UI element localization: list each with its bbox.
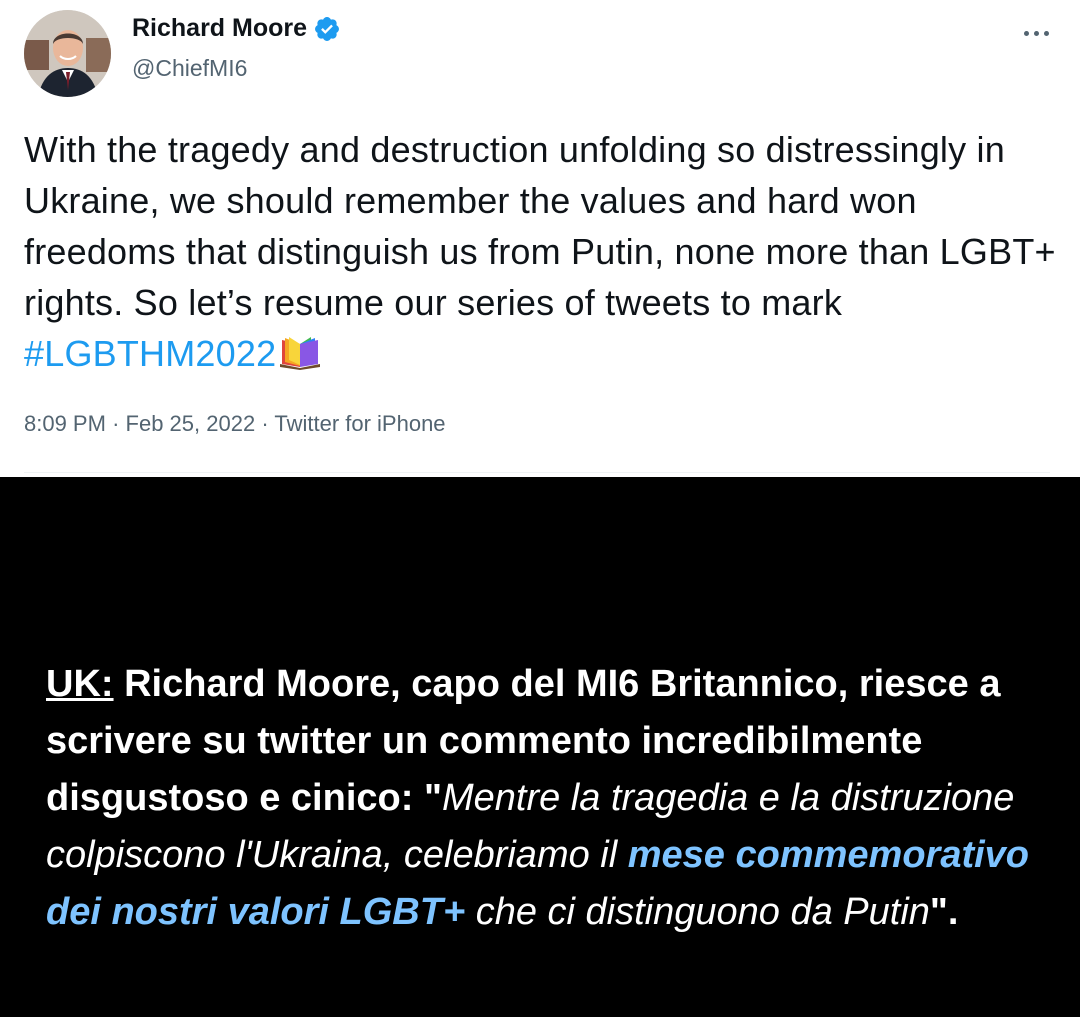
tweet-time[interactable]: 8:09 PM <box>24 411 106 436</box>
caption-quote-part2: che ci distinguono da Putin <box>465 891 930 933</box>
avatar-portrait-icon <box>24 10 111 97</box>
tweet-body: With the tragedy and destruction unfoldi… <box>24 129 1056 323</box>
hashtag-link[interactable]: #LGBTHM2022 <box>24 333 276 374</box>
meta-separator-2: · <box>261 411 269 436</box>
verified-badge-icon <box>315 16 339 41</box>
author-name-text[interactable]: Richard Moore <box>132 14 307 43</box>
meta-separator: · <box>112 411 120 436</box>
rainbow-book-icon <box>280 337 321 370</box>
tweet-text: With the tragedy and destruction unfoldi… <box>24 124 1059 379</box>
tweet-source[interactable]: Twitter for iPhone <box>274 411 445 436</box>
tweet-meta: 8:09 PM · Feb 25, 2022 · Twitter for iPh… <box>24 411 446 437</box>
caption: UK: Richard Moore, capo del MI6 Britanni… <box>46 656 1046 941</box>
caption-label: UK: <box>46 663 114 705</box>
tweet-card: Richard Moore @ChiefMI6 With the tragedy… <box>0 0 1080 477</box>
divider <box>24 472 1050 473</box>
author-handle[interactable]: @ChiefMI6 <box>132 55 247 82</box>
tweet-date[interactable]: Feb 25, 2022 <box>126 411 256 436</box>
author-name[interactable]: Richard Moore <box>132 14 341 43</box>
avatar[interactable] <box>24 10 111 97</box>
more-options-icon[interactable] <box>1020 26 1052 40</box>
caption-closing: ". <box>929 891 959 933</box>
